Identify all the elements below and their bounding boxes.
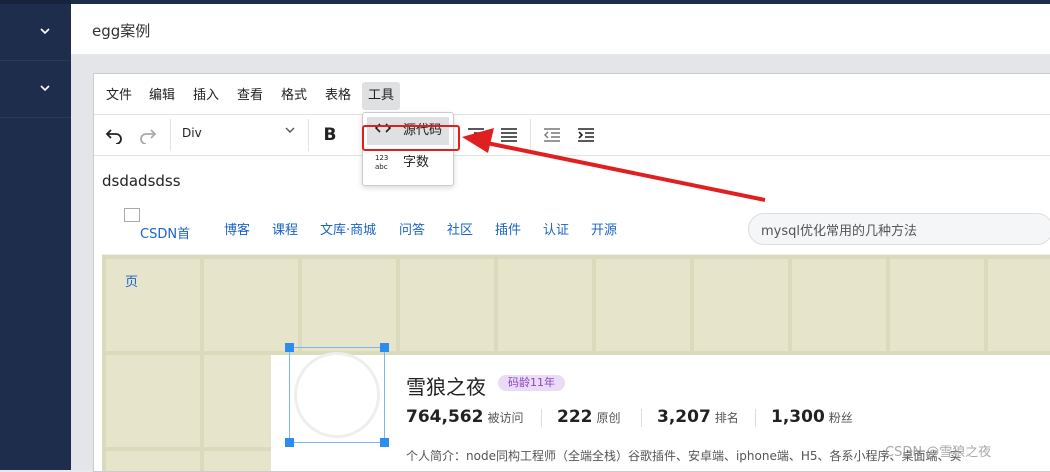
sidebar — [0, 0, 71, 470]
page-title: egg案例 — [92, 22, 151, 40]
profile-bio: 个人简介：node同构工程师（全端全栈）谷歌插件、安卓端、iphone端、H5、… — [406, 449, 962, 463]
years-badge: 码龄11年 — [498, 375, 565, 391]
menu-edit[interactable]: 编辑 — [143, 82, 181, 110]
nav-link-blog[interactable]: 博客 — [224, 219, 250, 238]
broken-image-icon — [124, 208, 140, 222]
nav-link-community[interactable]: 社区 — [447, 219, 473, 238]
align-justify-icon[interactable] — [495, 121, 523, 149]
menu-item-word-count[interactable]: 123 abc 字数 — [367, 149, 449, 177]
menu-format[interactable]: 格式 — [275, 82, 313, 110]
nav-link-plugins[interactable]: 插件 — [495, 219, 521, 238]
search-placeholder: mysql优化常用的几种方法 — [761, 224, 917, 239]
resize-handle[interactable] — [380, 343, 389, 352]
stat-fans: 1,300 粉丝 — [771, 407, 853, 427]
chevron-down-icon — [39, 25, 51, 40]
nav-link-cert[interactable]: 认证 — [543, 219, 569, 238]
sidebar-item-1[interactable] — [0, 4, 71, 61]
align-right-icon[interactable] — [462, 121, 490, 149]
menu-view[interactable]: 查看 — [231, 82, 269, 110]
menu-item-label: 字数 — [403, 155, 430, 170]
page-header: egg案例 — [71, 4, 1050, 54]
chevron-down-icon — [39, 82, 51, 97]
indent-icon[interactable] — [572, 121, 600, 149]
avatar — [294, 352, 380, 438]
embedded-csdn-navbar: CSDN首 博客 课程 文库·商城 问答 社区 插件 认证 开源 mysql优化… — [102, 202, 1050, 255]
stat-divider — [755, 409, 756, 427]
profile-name: 雪狼之夜 — [406, 375, 486, 399]
chevron-down-icon — [284, 124, 296, 139]
stat-visits: 764,562 被访问 — [406, 407, 524, 427]
menu-table[interactable]: 表格 — [319, 82, 357, 110]
page-link[interactable]: 页 — [125, 271, 138, 290]
menu-tools[interactable]: 工具 — [362, 82, 401, 110]
menu-insert[interactable]: 插入 — [187, 82, 225, 110]
nav-link-library[interactable]: 文库·商城 — [320, 219, 376, 238]
nav-link-courses[interactable]: 课程 — [272, 219, 298, 238]
editor-content-text[interactable]: dsdadsdss — [102, 172, 181, 190]
csdn-logo[interactable]: CSDN首 — [124, 208, 190, 242]
toolbar-divider — [170, 119, 171, 151]
resize-handle[interactable] — [285, 438, 294, 447]
undo-icon[interactable] — [100, 121, 128, 149]
stat-divider — [541, 409, 542, 427]
watermark: CSDN @雪狼之夜 — [885, 445, 992, 460]
resize-handle[interactable] — [285, 343, 294, 352]
nav-link-opensource[interactable]: 开源 — [591, 219, 617, 238]
toolbar-divider — [530, 119, 531, 151]
sidebar-item-2[interactable] — [0, 61, 71, 118]
bold-icon[interactable]: B — [316, 121, 344, 149]
nav-link-qa[interactable]: 问答 — [399, 219, 425, 238]
toolbar-divider — [308, 119, 309, 151]
stat-divider — [641, 409, 642, 427]
block-format-value: Div — [182, 126, 202, 140]
editor-toolbar: Div B — [94, 114, 1050, 156]
highlight-box — [362, 125, 460, 151]
rich-text-editor: 文件 编辑 插入 查看 格式 表格 工具 Div B 源代码 123 abc 字… — [93, 73, 1050, 472]
avatar-selection[interactable] — [285, 343, 389, 447]
block-format-select[interactable]: Div — [174, 121, 302, 149]
resize-handle[interactable] — [380, 438, 389, 447]
profile-banner: 页 雪狼之夜 码龄11年 764,562 被访问 222 原创 3,207 排名 1,… — [102, 255, 1050, 471]
csdn-logo-text: CSDN首 — [140, 227, 191, 242]
word-count-icon: 123 abc — [375, 154, 389, 171]
stat-original: 222 原创 — [557, 407, 621, 427]
stat-rank: 3,207 排名 — [657, 407, 739, 427]
redo-icon[interactable] — [134, 121, 162, 149]
outdent-icon[interactable] — [538, 121, 566, 149]
menu-file[interactable]: 文件 — [100, 82, 138, 110]
csdn-search-input[interactable]: mysql优化常用的几种方法 — [748, 213, 1050, 245]
editor-menubar: 文件 编辑 插入 查看 格式 表格 工具 — [94, 74, 1050, 114]
